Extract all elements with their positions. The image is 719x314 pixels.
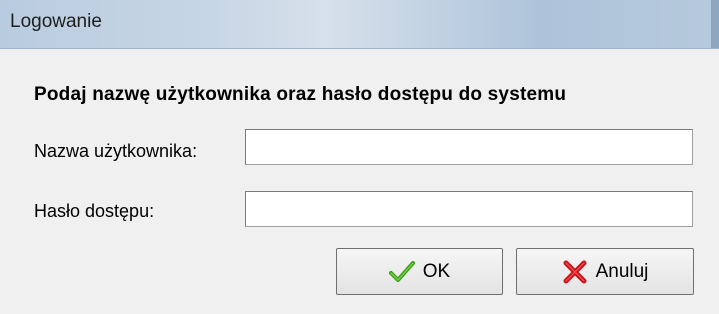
cancel-button[interactable]: Anuluj: [516, 248, 694, 295]
ok-button-label: OK: [422, 260, 451, 282]
password-label: Hasło dostępu:: [34, 201, 155, 221]
title-bar[interactable]: Logowanie: [0, 0, 719, 49]
cross-icon: [562, 259, 588, 285]
ok-button[interactable]: OK: [336, 248, 503, 295]
window-title: Logowanie: [10, 11, 102, 32]
cancel-button-label: Anuluj: [595, 260, 649, 282]
checkmark-icon: [388, 259, 415, 285]
title-bar-edge: [711, 0, 719, 48]
password-input[interactable]: [245, 191, 693, 227]
username-input[interactable]: [245, 129, 693, 165]
form-heading: Podaj nazwę użytkownika oraz hasło dostę…: [34, 84, 567, 105]
username-label: Nazwa użytkownika:: [34, 141, 198, 161]
